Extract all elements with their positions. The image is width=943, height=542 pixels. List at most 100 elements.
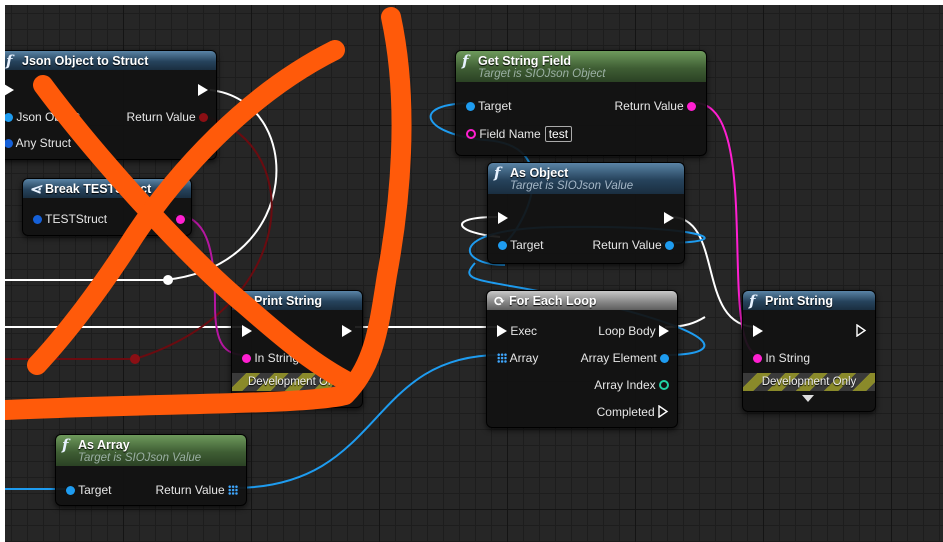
pin-label: Any Struct <box>15 136 72 150</box>
string-pin-icon[interactable] <box>753 354 762 363</box>
pin-in-string[interactable]: In String <box>242 349 299 367</box>
pin-return-value[interactable]: Return Value <box>614 97 696 115</box>
pin-break-out[interactable] <box>176 210 185 228</box>
node-header[interactable]: f Print String <box>232 291 362 310</box>
pin-label: Return Value <box>155 483 225 497</box>
exec-in-pin[interactable] <box>242 322 252 340</box>
pin-label: In String <box>254 351 300 365</box>
reroute-exec-knot[interactable] <box>163 275 173 285</box>
pin-array[interactable]: Array <box>497 349 538 367</box>
pin-label: Json Object <box>16 110 80 124</box>
object-pin-icon[interactable] <box>660 354 669 363</box>
string-pin-hollow-icon[interactable] <box>466 129 476 139</box>
function-icon: f <box>462 52 469 70</box>
pin-exec[interactable]: Exec <box>497 322 537 340</box>
node-header[interactable]: f Json Object to Struct <box>5 51 216 70</box>
pin-completed[interactable]: Completed <box>597 403 669 421</box>
node-as-array[interactable]: f As Array Target is SIOJson Value Targe… <box>55 434 247 506</box>
exec-arrow-icon[interactable] <box>198 84 208 96</box>
macro-loop-icon: ⟳ <box>493 292 506 310</box>
exec-arrow-icon[interactable] <box>342 325 352 337</box>
pin-field-name[interactable]: Field Name test <box>466 125 573 143</box>
pin-label: Return Value <box>614 99 684 113</box>
development-only-banner: Development Only <box>743 373 875 391</box>
pin-label: In String <box>765 351 811 365</box>
exec-arrow-icon[interactable] <box>659 325 669 337</box>
pin-in-string[interactable]: In String <box>753 349 810 367</box>
node-title: For Each Loop <box>509 294 597 308</box>
struct-pin-icon[interactable] <box>33 215 42 224</box>
exec-hollow-arrow-icon[interactable] <box>856 323 867 342</box>
node-as-object[interactable]: f As Object Target is SIOJson Value Targ… <box>487 162 685 264</box>
pin-return-value[interactable]: Return Value <box>127 108 208 126</box>
node-header[interactable]: f Get String Field Target is SIOJson Obj… <box>456 51 706 82</box>
dev-label: Development Only <box>761 376 857 388</box>
string-pin-icon[interactable] <box>687 102 696 111</box>
pin-loop-body[interactable]: Loop Body <box>598 322 669 340</box>
struct-pin-icon[interactable] <box>5 139 13 148</box>
pin-label: Array Index <box>594 378 656 392</box>
pin-target[interactable]: Target <box>498 236 543 254</box>
exec-in-pin[interactable] <box>5 81 14 99</box>
exec-out-pin[interactable] <box>664 209 674 227</box>
pin-json-object[interactable]: Json Object <box>5 108 80 126</box>
exec-arrow-icon[interactable] <box>753 325 763 337</box>
expand-arrow-icon[interactable] <box>802 395 814 402</box>
pin-return-value[interactable]: Return Value <box>593 236 674 254</box>
exec-arrow-icon[interactable] <box>242 325 252 337</box>
function-icon: f <box>749 292 756 310</box>
pin-label: Target <box>478 99 512 113</box>
node-header[interactable]: ⋖ Break TESTStruct <box>23 179 191 198</box>
struct-pin-icon[interactable] <box>199 113 208 122</box>
node-header[interactable]: ⟳ For Each Loop <box>487 291 677 310</box>
node-header[interactable]: f As Object Target is SIOJson Value <box>488 163 684 194</box>
node-break-struct[interactable]: ⋖ Break TESTStruct TESTStruct <box>22 178 192 236</box>
node-header[interactable]: f Print String <box>743 291 875 310</box>
function-icon: f <box>238 292 245 310</box>
pin-return-value[interactable]: Return Value <box>155 481 238 499</box>
exec-in-pin[interactable] <box>753 322 763 340</box>
object-pin-icon[interactable] <box>665 241 674 250</box>
node-for-each-loop[interactable]: ⟳ For Each Loop Exec Loop Body Array Arr… <box>486 290 678 428</box>
pin-target[interactable]: Target <box>466 97 511 115</box>
pin-target[interactable]: Target <box>66 481 111 499</box>
exec-hollow-arrow-icon[interactable] <box>658 404 669 423</box>
node-print-string-left[interactable]: f Print String In String Development Onl… <box>231 290 363 408</box>
pin-label: Loop Body <box>598 324 656 338</box>
reroute-struct-knot[interactable] <box>130 354 140 364</box>
node-title: As Object <box>510 166 569 180</box>
object-pin-icon[interactable] <box>66 486 75 495</box>
pin-any-struct[interactable]: Any Struct <box>5 134 71 152</box>
node-get-string-field[interactable]: f Get String Field Target is SIOJson Obj… <box>455 50 707 156</box>
exec-arrow-icon[interactable] <box>497 325 507 337</box>
pin-label: Field Name <box>479 127 541 141</box>
array-pin-icon[interactable] <box>497 353 507 363</box>
exec-out-pin[interactable] <box>342 322 352 340</box>
pin-label: Exec <box>510 324 538 338</box>
object-pin-icon[interactable] <box>498 241 507 250</box>
node-subtitle: Target is SIOJson Value <box>510 180 634 192</box>
exec-arrow-icon[interactable] <box>498 212 508 224</box>
node-header[interactable]: f As Array Target is SIOJson Value <box>56 435 246 466</box>
exec-out-pin[interactable] <box>856 322 867 340</box>
object-pin-icon[interactable] <box>466 102 475 111</box>
pin-teststruct[interactable]: TESTStruct <box>33 210 107 228</box>
string-pin-icon[interactable] <box>242 354 251 363</box>
exec-arrow-icon[interactable] <box>664 212 674 224</box>
node-json-object-to-struct[interactable]: f Json Object to Struct Json Object Retu… <box>5 50 217 160</box>
exec-in-pin[interactable] <box>498 209 508 227</box>
string-pin-icon[interactable] <box>176 215 185 224</box>
pin-array-element[interactable]: Array Element <box>581 349 669 367</box>
node-title: Print String <box>765 294 834 308</box>
pin-array-index[interactable]: Array Index <box>594 376 669 394</box>
array-pin-icon[interactable] <box>228 485 238 495</box>
pin-label: Array <box>509 351 539 365</box>
blueprint-graph-canvas[interactable]: f Json Object to Struct Json Object Retu… <box>5 5 943 542</box>
int-pin-hollow-icon[interactable] <box>659 380 669 390</box>
exec-arrow-icon[interactable] <box>5 84 14 96</box>
exec-out-pin[interactable] <box>198 81 208 99</box>
field-name-input[interactable]: test <box>544 126 573 142</box>
pin-label: Target <box>510 238 544 252</box>
object-pin-icon[interactable] <box>5 113 13 122</box>
node-print-string-right[interactable]: f Print String In String Development Onl… <box>742 290 876 412</box>
